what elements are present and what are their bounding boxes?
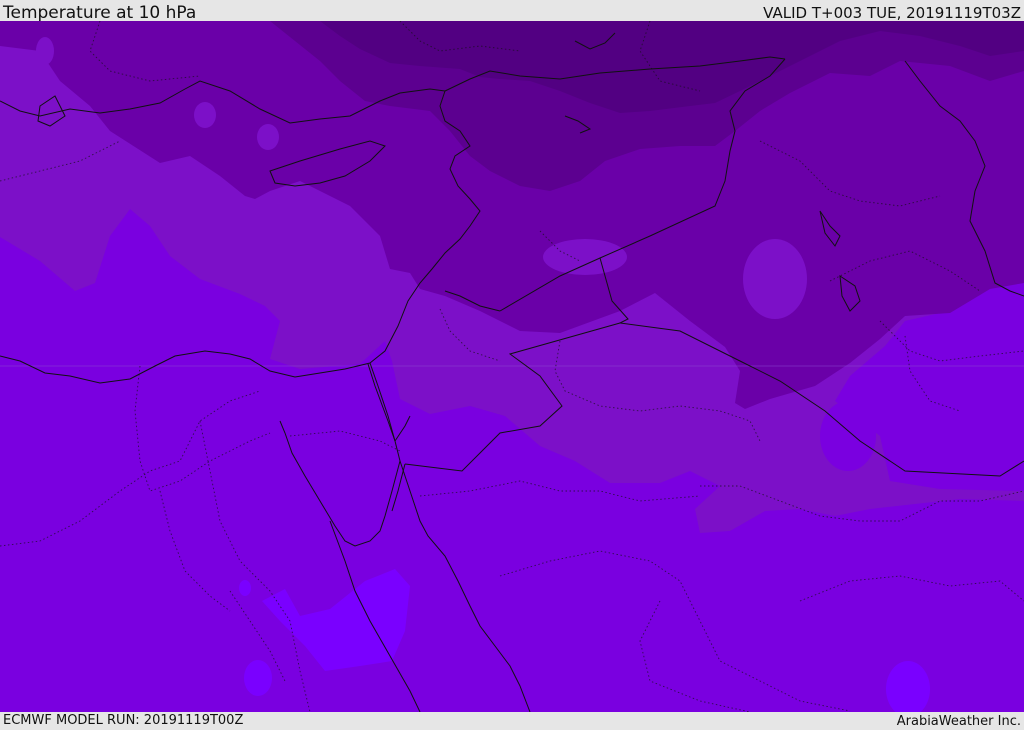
temperature-map[interactable] xyxy=(0,21,1024,712)
warm-pocket-small xyxy=(239,580,251,596)
warm-pocket-greece xyxy=(36,37,54,65)
warm-pocket-gulf xyxy=(820,401,876,471)
map-title: Temperature at 10 hPa xyxy=(3,3,197,23)
warm-pocket-iraq xyxy=(743,239,807,319)
header-bar: Temperature at 10 hPa VALID T+003 TUE, 2… xyxy=(0,0,1024,23)
map-canvas xyxy=(0,21,1024,712)
footer-bar: ECMWF MODEL RUN: 20191119T00Z ArabiaWeat… xyxy=(0,712,1024,729)
warm-pocket-crete xyxy=(257,124,279,150)
warm-pocket-jordan xyxy=(415,413,495,453)
warm-pocket-south xyxy=(244,660,272,696)
brand-credit: ArabiaWeather Inc. xyxy=(896,714,1021,729)
model-run-label: ECMWF MODEL RUN: 20191119T00Z xyxy=(3,713,244,728)
warm-pocket-syria xyxy=(543,239,627,275)
warm-pocket-aegean xyxy=(194,102,216,128)
valid-time: VALID T+003 TUE, 20191119T03Z xyxy=(763,4,1021,22)
